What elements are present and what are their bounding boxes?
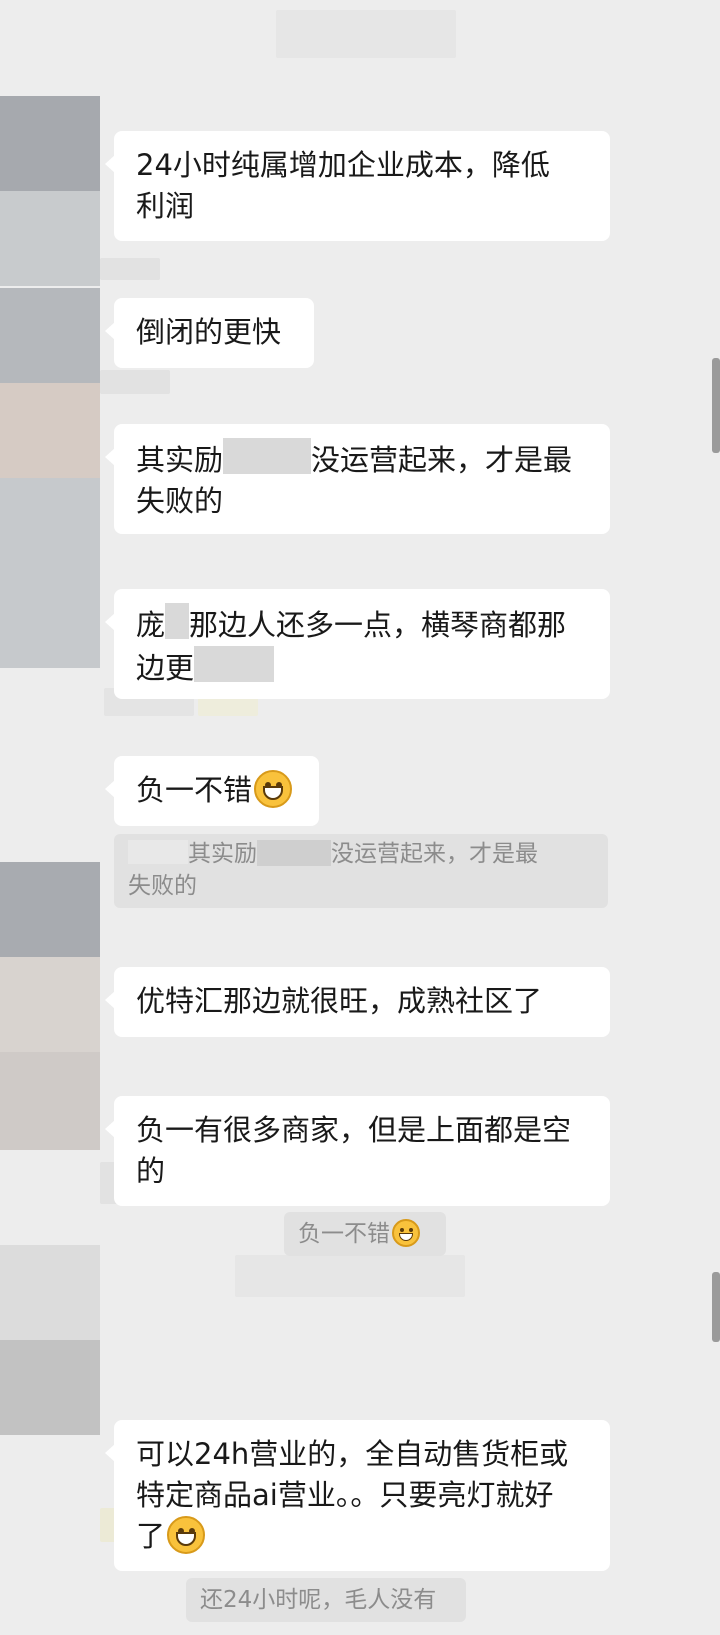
grin-emoji-icon [167,1516,206,1554]
message-text: 负一有很多商家，但是上面都是空 [136,1113,572,1147]
message-bubble[interactable]: 倒闭的更快 [105,298,314,368]
avatar[interactable] [0,1245,100,1340]
smirk-emoji-icon [254,770,293,808]
redaction-mask [128,840,188,864]
message-bubble[interactable]: 负一不错 [105,756,319,826]
redaction-mask [165,603,190,639]
message-text: 那边人还多一点，横琴商都那 [189,608,567,642]
quote-text: 失败的 [128,873,197,899]
avatar[interactable] [0,478,100,668]
message-text: 24小时纯属增加企业成本，降低 [136,148,550,182]
quote-text: 没运营起来，才是最 [331,841,538,867]
message-text: 其实励 [136,443,224,477]
message-bubble[interactable]: 24小时纯属增加企业成本，降低 利润 [105,131,610,241]
blurred-nickname [100,370,170,394]
blurred-header [276,10,456,58]
message-text: 可以24h营业的，全自动售货柜或 [136,1437,569,1471]
message-text: 特定商品ai营业。。只要亮灯就好 [136,1478,554,1512]
message-text: 利润 [136,189,195,223]
quote-text: 其实励 [188,841,257,867]
quote-text: 负一不错 [298,1221,390,1247]
avatar[interactable] [0,1340,100,1435]
message-bubble[interactable]: 其实励 没运营起来，才是最 失败的 [105,424,610,534]
redaction-mask [223,438,312,474]
message-bubble[interactable]: 负一有很多商家，但是上面都是空 的 [105,1096,610,1206]
message-bubble[interactable]: 优特汇那边就很旺，成熟社区了 [105,967,610,1037]
message-text: 倒闭的更快 [136,315,282,349]
message-text: 没运营起来，才是最 [311,443,573,477]
avatar[interactable] [0,862,100,957]
message-bubble[interactable]: 庞那边人还多一点，横琴商都那 边更 [105,589,610,699]
avatar[interactable] [0,96,100,191]
message-text: 优特汇那边就很旺，成熟社区了 [136,984,543,1018]
avatar[interactable] [0,383,100,478]
redaction-mask [194,646,275,682]
scrollbar-thumb[interactable] [712,1272,720,1342]
blurred-nickname [235,1255,465,1297]
avatar[interactable] [0,288,100,383]
message-text: 了 [136,1519,166,1553]
avatar[interactable] [0,957,100,1052]
blurred-nickname [100,258,160,280]
message-bubble[interactable]: 可以24h营业的，全自动售货柜或 特定商品ai营业。。只要亮灯就好 了 [105,1420,610,1571]
message-text: 边更 [136,651,195,685]
avatar[interactable] [0,1052,100,1150]
redaction-mask [257,840,331,866]
message-text: 负一不错 [136,773,253,807]
message-text: 失败的 [136,484,224,518]
scrollbar-thumb[interactable] [712,358,720,453]
avatar[interactable] [0,191,100,286]
smirk-emoji-icon [392,1219,420,1247]
quoted-reply[interactable]: 其实励 没运营起来，才是最 失败的 [114,834,608,908]
quoted-reply[interactable]: 负一不错 [284,1212,446,1256]
quoted-reply[interactable]: 还24小时呢，毛人没有 [186,1578,466,1622]
quote-text: 还24小时呢，毛人没有 [200,1587,437,1613]
message-text: 的 [136,1154,166,1188]
message-text: 庞 [136,608,166,642]
